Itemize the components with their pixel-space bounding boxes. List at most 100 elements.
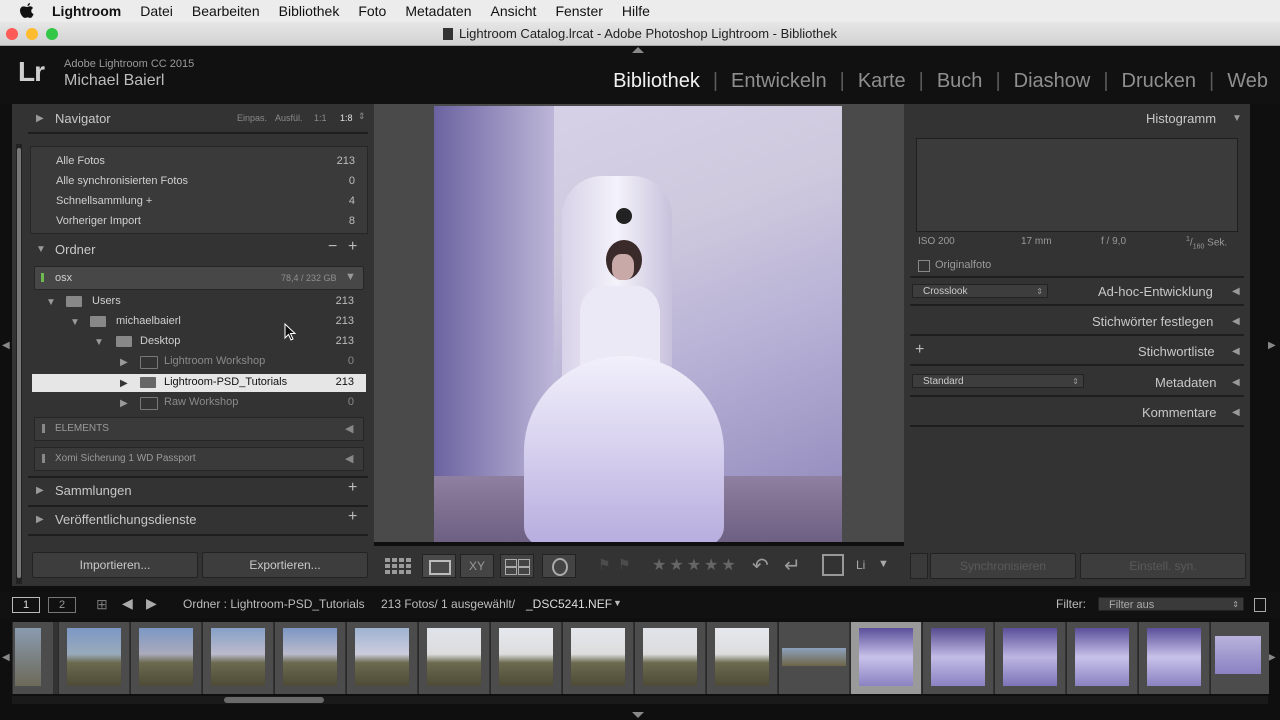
- filmstrip-thumb[interactable]: [274, 622, 345, 694]
- folder-users[interactable]: Users: [92, 295, 121, 307]
- filmstrip-thumb[interactable]: [130, 622, 201, 694]
- collections-title[interactable]: Sammlungen: [55, 483, 132, 498]
- expand-icon[interactable]: ▼: [94, 337, 104, 348]
- keyword-list-title[interactable]: Stichwortliste: [1138, 344, 1215, 359]
- secondary-window-button[interactable]: 2: [48, 597, 76, 613]
- keywording-expand-icon[interactable]: ◀: [1232, 316, 1240, 327]
- catalog-synced-photos[interactable]: Alle synchronisierten Fotos: [56, 175, 188, 187]
- filmstrip-thumb[interactable]: [706, 622, 777, 694]
- filmstrip-source[interactable]: Ordner : Lightroom-PSD_Tutorials: [183, 597, 365, 611]
- metadata-preset-select[interactable]: Standard ⇕: [912, 374, 1084, 388]
- menu-hilfe[interactable]: Hilfe: [622, 3, 650, 19]
- loupe-view-icon[interactable]: [422, 554, 456, 578]
- filmstrip-thumb[interactable]: [562, 622, 633, 694]
- grid-icon[interactable]: ⊞: [96, 596, 108, 613]
- filmstrip-thumb[interactable]: [1210, 622, 1269, 694]
- sync-button[interactable]: Synchronisieren: [930, 553, 1076, 579]
- catalog-previous-import[interactable]: Vorheriger Import: [56, 215, 141, 227]
- filmstrip-thumb[interactable]: [922, 622, 993, 694]
- add-keyword-icon[interactable]: +: [915, 341, 924, 359]
- forward-arrow-icon[interactable]: ▶: [146, 595, 157, 612]
- filmstrip-thumb[interactable]: [202, 622, 273, 694]
- filter-lock-icon[interactable]: [1254, 598, 1266, 612]
- zoom-1-8[interactable]: 1:8: [340, 113, 353, 123]
- catalog-all-photos[interactable]: Alle Fotos: [56, 155, 105, 167]
- menu-fenster[interactable]: Fenster: [555, 3, 602, 19]
- rotate-right-icon[interactable]: ↵: [784, 553, 801, 578]
- catalog-quick-collection[interactable]: Schnellsammlung +: [56, 195, 152, 207]
- back-arrow-icon[interactable]: ◀: [122, 595, 133, 612]
- sync-settings-button[interactable]: Einstell. syn.: [1080, 553, 1246, 579]
- filmstrip-thumb[interactable]: [490, 622, 561, 694]
- minimize-window-button[interactable]: [26, 28, 38, 40]
- filmstrip-filename[interactable]: _DSC5241.NEF: [526, 597, 612, 611]
- quick-develop-expand-icon[interactable]: ◀: [1232, 286, 1240, 297]
- volume-xomi[interactable]: Xomi Sicherung 1 WD Passport ◀: [34, 447, 364, 471]
- filename-menu-icon[interactable]: ▼: [613, 598, 622, 608]
- sort-label[interactable]: Li: [856, 558, 865, 572]
- menu-bibliothek[interactable]: Bibliothek: [279, 3, 340, 19]
- apple-icon[interactable]: [20, 3, 34, 19]
- keyword-list-expand-icon[interactable]: ◀: [1232, 346, 1240, 357]
- primary-window-button[interactable]: 1: [12, 597, 40, 613]
- module-web[interactable]: Web: [1214, 70, 1268, 93]
- expand-icon[interactable]: ▼: [46, 297, 56, 308]
- add-folder-icon[interactable]: +: [348, 238, 357, 256]
- metadata-expand-icon[interactable]: ◀: [1232, 377, 1240, 388]
- original-photo-checkbox[interactable]: [918, 260, 930, 272]
- folder-desktop[interactable]: Desktop: [140, 335, 180, 347]
- keywording-title[interactable]: Stichwörter festlegen: [1092, 314, 1213, 329]
- volume-elements[interactable]: ELEMENTS ◀: [34, 417, 364, 441]
- folders-title[interactable]: Ordner: [55, 242, 95, 257]
- export-button[interactable]: Exportieren...: [202, 552, 368, 578]
- menu-foto[interactable]: Foto: [358, 3, 386, 19]
- menu-app[interactable]: Lightroom: [52, 3, 121, 19]
- filmstrip-thumb[interactable]: [58, 622, 129, 694]
- star-rating-icon[interactable]: ★★★★★: [652, 555, 739, 575]
- filmstrip-thumb[interactable]: [418, 622, 489, 694]
- histogram-title[interactable]: Histogramm: [1146, 111, 1216, 126]
- metadata-title[interactable]: Metadaten: [1155, 375, 1216, 390]
- volume-menu-icon[interactable]: ◀: [345, 452, 353, 465]
- preset-select[interactable]: Crosslook ⇕: [912, 284, 1048, 298]
- auto-sync-toggle[interactable]: [910, 553, 928, 579]
- module-entwickeln[interactable]: Entwickeln: [718, 70, 840, 93]
- collections-expand-icon[interactable]: ▶: [36, 485, 44, 496]
- close-window-button[interactable]: [6, 28, 18, 40]
- folder-lightroom-workshop[interactable]: Lightroom Workshop: [164, 355, 265, 367]
- flag-reject-icon[interactable]: ⚑: [618, 556, 631, 573]
- menu-ansicht[interactable]: Ansicht: [491, 3, 537, 19]
- crop-overlay-icon[interactable]: [822, 554, 844, 576]
- zoom-stepper-icon[interactable]: ⇕: [358, 111, 366, 122]
- menu-metadaten[interactable]: Metadaten: [405, 3, 471, 19]
- folders-collapse-icon[interactable]: ▼: [36, 244, 46, 255]
- toolbar-menu-icon[interactable]: ▼: [878, 558, 889, 570]
- zoom-window-button[interactable]: [46, 28, 58, 40]
- zoom-1-1[interactable]: 1:1: [314, 113, 327, 123]
- menu-bearbeiten[interactable]: Bearbeiten: [192, 3, 260, 19]
- expand-icon[interactable]: ▼: [70, 317, 80, 328]
- collapse-left-panel-icon[interactable]: ◀: [2, 340, 10, 351]
- filmstrip-thumb[interactable]: [994, 622, 1065, 694]
- filmstrip-thumb-selected[interactable]: [850, 622, 921, 694]
- navigator-expand-icon[interactable]: ▶: [36, 113, 44, 124]
- comments-title[interactable]: Kommentare: [1142, 405, 1216, 420]
- publish-services-title[interactable]: Veröffentlichungsdienste: [55, 512, 196, 527]
- expand-icon[interactable]: ▶: [120, 357, 128, 368]
- people-view-icon[interactable]: [542, 554, 576, 578]
- filmstrip-scrollbar[interactable]: [12, 696, 1268, 704]
- filmstrip-thumb[interactable]: [1138, 622, 1209, 694]
- volume-menu-icon[interactable]: ◀: [345, 422, 353, 435]
- module-buch[interactable]: Buch: [924, 70, 996, 93]
- filmstrip-left-icon[interactable]: ◀: [2, 652, 10, 663]
- flag-pick-icon[interactable]: ⚑: [598, 556, 611, 573]
- histogram-collapse-icon[interactable]: ▼: [1232, 113, 1242, 124]
- filmstrip-thumb[interactable]: [346, 622, 417, 694]
- module-karte[interactable]: Karte: [845, 70, 919, 93]
- remove-folder-icon[interactable]: −: [328, 238, 337, 256]
- navigator-title[interactable]: Navigator: [55, 111, 111, 126]
- expand-icon[interactable]: ▶: [120, 398, 128, 409]
- filter-select[interactable]: Filter aus ⇕: [1098, 597, 1244, 611]
- volume-menu-icon[interactable]: ▼: [345, 271, 356, 283]
- module-bibliothek[interactable]: Bibliothek: [600, 70, 713, 93]
